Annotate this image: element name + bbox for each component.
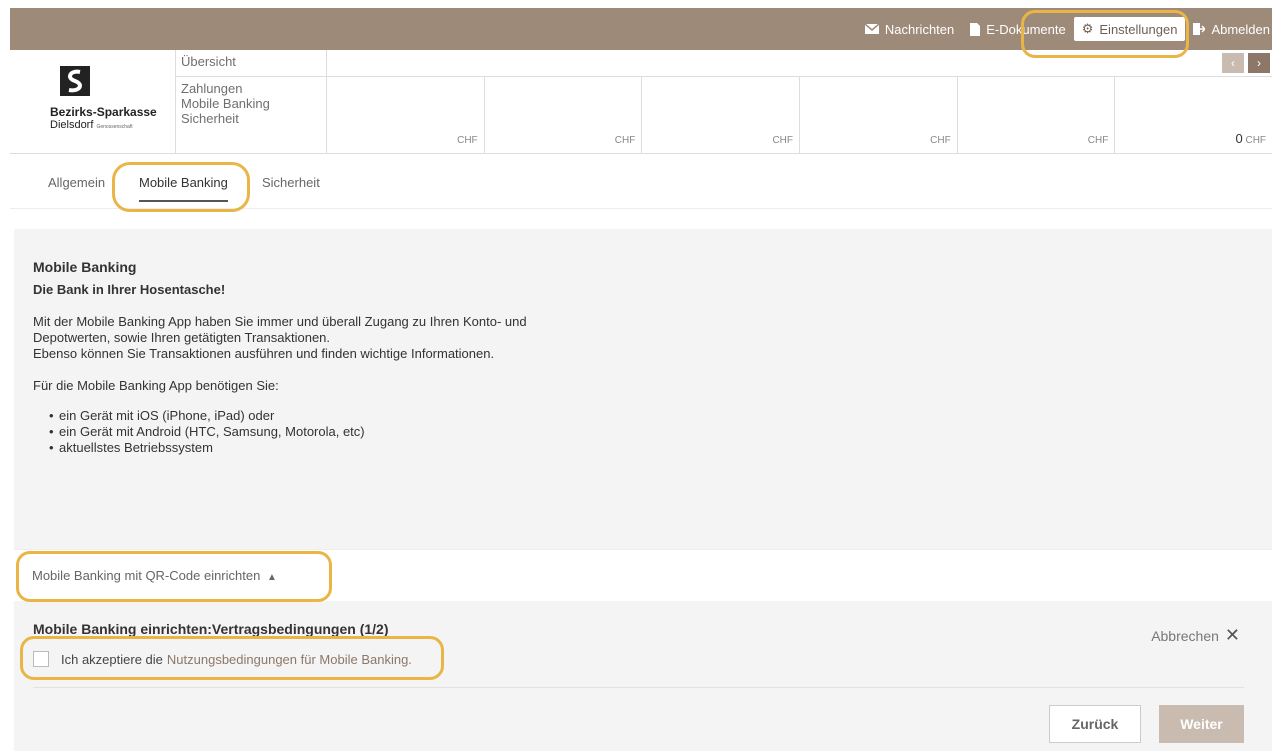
prev-arrow-button[interactable]: ‹ — [1222, 53, 1244, 73]
bank-name-line2: Dielsdorf Genossenschaft — [50, 119, 133, 131]
account-amount: CHF — [930, 135, 951, 146]
top-bar: Nachrichten E-Dokumente ⚙ Einstellungen … — [10, 8, 1272, 50]
document-icon — [970, 22, 981, 36]
intro-paragraph: Mit der Mobile Banking App haben Sie imm… — [33, 314, 527, 361]
top-nav: Nachrichten E-Dokumente ⚙ Einstellungen … — [857, 8, 1272, 50]
settings-tabs: Allgemein Mobile Banking Sicherheit — [10, 155, 1272, 209]
section-subtitle: Die Bank in Ihrer Hosentasche! — [33, 282, 226, 297]
next-arrow-button[interactable]: › — [1248, 53, 1270, 73]
edocuments-link[interactable]: E-Dokumente — [962, 8, 1073, 50]
accounts-top-row: ‹ › — [327, 50, 1272, 77]
close-icon: ✕ — [1224, 625, 1240, 645]
setup-title: Mobile Banking einrichten:Vertragsbeding… — [33, 621, 389, 637]
account-tile[interactable]: CHF — [956, 77, 1115, 154]
logout-label: Abmelden — [1211, 21, 1270, 37]
tab-security[interactable]: Sicherheit — [262, 175, 320, 190]
list-item: ein Gerät mit Android (HTC, Samsung, Mot… — [49, 424, 527, 440]
mobile-banking-info: Mobile Banking Die Bank in Ihrer Hosenta… — [33, 259, 527, 456]
menu-payments[interactable]: Zahlungen — [181, 81, 326, 96]
account-tile[interactable]: CHF — [641, 77, 799, 154]
bank-legal-form: Genossenschaft — [96, 124, 133, 130]
menu-mobile-banking[interactable]: Mobile Banking — [181, 96, 326, 111]
terms-checkbox[interactable] — [33, 651, 49, 667]
back-button[interactable]: Zurück — [1049, 705, 1141, 743]
logout-link[interactable]: Abmelden — [1185, 8, 1272, 50]
requirements-list: ein Gerät mit iOS (iPhone, iPad) oder ei… — [49, 408, 527, 456]
terms-link[interactable]: Nutzungsbedingungen für Mobile Banking. — [167, 652, 412, 667]
tab-mobile-banking[interactable]: Mobile Banking — [139, 175, 228, 202]
divider — [33, 687, 1244, 688]
qr-setup-toggle[interactable]: Mobile Banking mit QR-Code einrichten ▲ — [32, 568, 277, 583]
qr-setup-bar: Mobile Banking mit QR-Code einrichten ▲ — [14, 549, 1272, 601]
envelope-icon — [864, 24, 879, 34]
accounts-columns: CHF CHF CHF CHF CHF 0 CHF — [327, 77, 1272, 154]
cancel-button[interactable]: Abbrechen ✕ — [1151, 625, 1240, 646]
terms-label: Ich akzeptiere die — [61, 651, 163, 667]
setup-section: Mobile Banking einrichten:Vertragsbeding… — [14, 601, 1272, 751]
account-amount: CHF — [457, 135, 478, 146]
tab-general[interactable]: Allgemein — [48, 175, 105, 190]
account-amount: CHF — [1087, 135, 1109, 146]
account-amount: CHF — [614, 135, 636, 146]
account-tile[interactable]: CHF — [799, 77, 957, 154]
messages-label: Nachrichten — [884, 21, 955, 37]
menu-overview[interactable]: Übersicht — [176, 50, 326, 77]
list-item: ein Gerät mit iOS (iPhone, iPad) oder — [49, 408, 527, 424]
edocuments-label: E-Dokumente — [986, 21, 1066, 37]
chevron-up-icon: ▲ — [266, 572, 277, 583]
chevron-right-icon: › — [1257, 56, 1261, 70]
list-item: aktuellstes Betriebssystem — [49, 440, 527, 456]
accounts-strip: ‹ › CHF CHF CHF CHF CHF 0 CHF — [327, 50, 1272, 154]
logout-icon — [1193, 23, 1206, 35]
menu-group: Zahlungen Mobile Banking Sicherheit — [176, 77, 326, 126]
messages-link[interactable]: Nachrichten — [857, 8, 962, 50]
section-title: Mobile Banking — [33, 259, 137, 275]
bank-name-line1: Bezirks-Sparkasse — [50, 105, 157, 119]
header: Bezirks-Sparkasse Dielsdorf Genossenscha… — [10, 50, 1272, 154]
gear-icon: ⚙ — [1081, 21, 1094, 36]
account-amount: CHF — [772, 135, 794, 146]
menu-security[interactable]: Sicherheit — [181, 111, 326, 126]
sparkasse-logo-icon — [60, 66, 90, 96]
account-tile[interactable]: CHF — [327, 77, 484, 154]
terms-checkbox-row: Ich akzeptiere die Nutzungsbedingungen f… — [33, 651, 412, 667]
next-button[interactable]: Weiter — [1159, 705, 1244, 743]
requirements-intro: Für die Mobile Banking App benötigen Sie… — [33, 378, 279, 393]
main-menu: Übersicht Zahlungen Mobile Banking Siche… — [175, 50, 327, 154]
account-arrows: ‹ › — [1222, 53, 1270, 73]
account-tile[interactable]: 0 CHF — [1114, 77, 1272, 154]
account-amount: 0 CHF — [1235, 131, 1267, 146]
account-tile[interactable]: CHF — [483, 77, 642, 154]
bank-logo[interactable]: Bezirks-Sparkasse Dielsdorf Genossenscha… — [50, 66, 180, 146]
chevron-left-icon: ‹ — [1231, 56, 1235, 70]
settings-link[interactable]: ⚙ Einstellungen — [1073, 17, 1186, 41]
settings-label: Einstellungen — [1099, 21, 1178, 37]
mobile-banking-panel: Mobile Banking Die Bank in Ihrer Hosenta… — [14, 229, 1272, 751]
